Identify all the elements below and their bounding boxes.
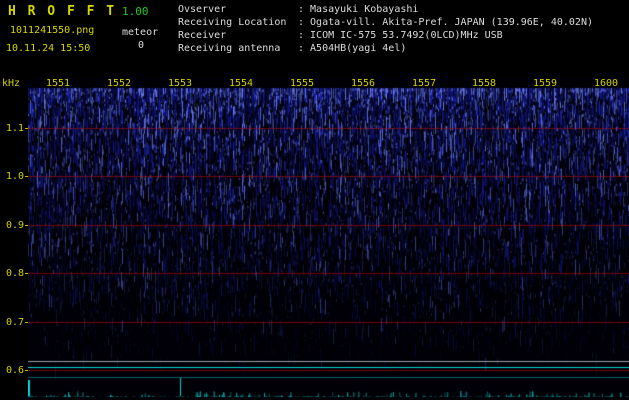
freq-tick — [25, 176, 28, 177]
datetime-stamp: 10.11.24 15:50 — [6, 43, 90, 54]
spectrogram — [28, 78, 629, 400]
receiving-location-row: Receiving Location: Ogata-vill. Akita-Pre… — [178, 16, 593, 29]
separator: : — [298, 3, 304, 16]
freq-tick — [25, 128, 28, 129]
time-axis-label: 1553 — [167, 78, 193, 89]
freq-axis-label: 1.1 — [2, 123, 24, 134]
time-axis-label: 1557 — [411, 78, 437, 89]
observer-value: Masayuki Kobayashi — [310, 3, 418, 16]
hrofft-window: H R O F F T 1.00 1011241550.png meteor 0… — [0, 0, 629, 400]
freq-tick — [25, 322, 28, 323]
time-axis-label: 1552 — [106, 78, 132, 89]
observation-info: Ovserver: Masayuki Kobayashi Receiving Lo… — [178, 3, 593, 55]
separator: : — [298, 16, 304, 29]
time-axis-label: 1558 — [471, 78, 497, 89]
observer-row: Ovserver: Masayuki Kobayashi — [178, 3, 593, 16]
meteor-counter-label: meteor — [122, 27, 158, 38]
freq-tick — [25, 225, 28, 226]
receiver-value: ICOM IC-575 53.7492(0LCD)MHz USB — [310, 29, 503, 42]
y-axis-unit-label: kHz — [2, 78, 20, 89]
time-axis-label: 1556 — [350, 78, 376, 89]
receiving-antenna-label: Receiving antenna — [178, 42, 298, 55]
separator: : — [298, 29, 304, 42]
freq-axis-label: 0.6 — [2, 365, 24, 376]
receiving-antenna-value: A504HB(yagi 4el) — [310, 42, 406, 55]
output-filename: 1011241550.png — [10, 25, 94, 36]
time-axis-label: 1600 — [593, 78, 619, 89]
freq-axis-label: 0.8 — [2, 268, 24, 279]
receiving-location-label: Receiving Location — [178, 16, 298, 29]
time-axis-label: 1551 — [45, 78, 71, 89]
observer-label: Ovserver — [178, 3, 298, 16]
app-version: 1.00 — [122, 5, 149, 18]
time-axis-label: 1554 — [228, 78, 254, 89]
freq-axis-label: 1.0 — [2, 171, 24, 182]
time-axis-label: 1555 — [289, 78, 315, 89]
receiver-label: Receiver — [178, 29, 298, 42]
receiving-location-value: Ogata-vill. Akita-Pref. JAPAN (139.96E, … — [310, 16, 593, 29]
freq-tick — [25, 273, 28, 274]
receiver-row: Receiver: ICOM IC-575 53.7492(0LCD)MHz US… — [178, 29, 593, 42]
receiving-antenna-row: Receiving antenna: A504HB(yagi 4el) — [178, 42, 593, 55]
freq-tick — [25, 370, 28, 371]
freq-axis-label: 0.7 — [2, 317, 24, 328]
time-axis-label: 1559 — [532, 78, 558, 89]
freq-axis-label: 0.9 — [2, 220, 24, 231]
app-title: H R O F F T — [8, 4, 116, 19]
meteor-counter-value: 0 — [138, 40, 144, 51]
separator: : — [298, 42, 304, 55]
